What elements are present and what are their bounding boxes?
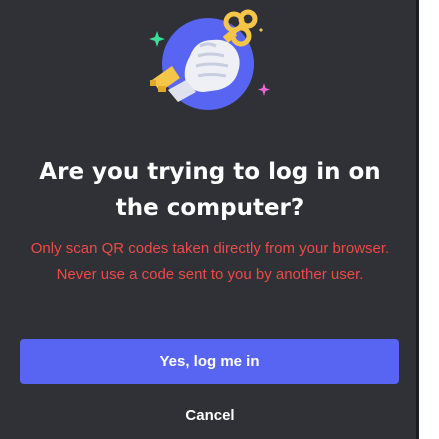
sparkle-icon	[258, 83, 270, 96]
sparkle-icon	[259, 28, 263, 32]
confirm-login-label: Yes, log me in	[159, 353, 260, 370]
cancel-label: Cancel	[185, 406, 235, 424]
dialog-title: Are you trying to log in on the computer…	[39, 159, 381, 221]
hand-holding-key-icon	[149, 9, 270, 110]
window-edge	[416, 0, 419, 439]
security-warning-text: Only scan QR codes taken directly from y…	[30, 240, 390, 283]
confirm-login-button[interactable]: Yes, log me in	[20, 339, 399, 384]
hand-holding-key-illustration	[138, 6, 278, 116]
sparkle-icon	[149, 31, 165, 47]
cancel-button[interactable]: Cancel	[130, 398, 290, 432]
login-confirmation-dialog: Are you trying to log in on the computer…	[0, 0, 416, 439]
